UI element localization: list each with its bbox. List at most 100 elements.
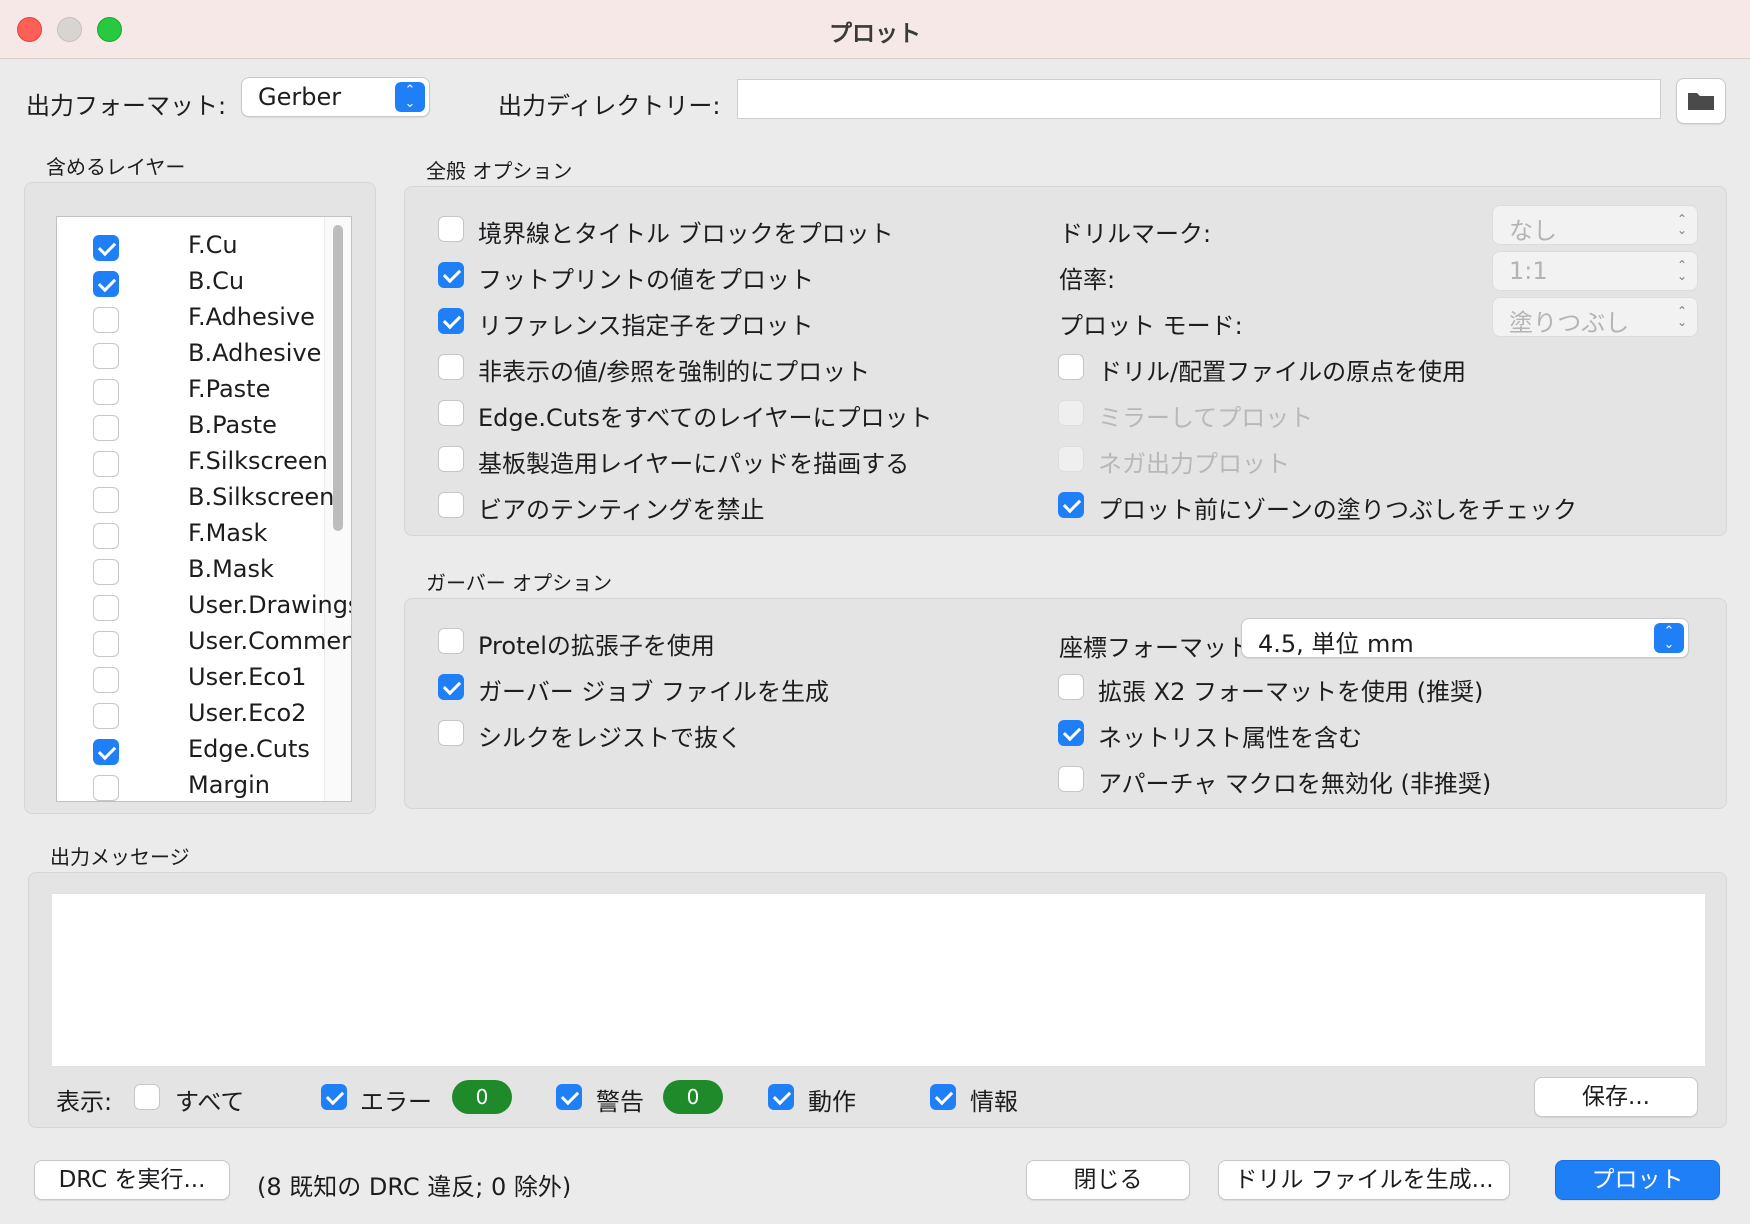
drill-marks-label: ドリルマーク:	[1059, 220, 1212, 248]
filter-all-label: すべて	[175, 1088, 245, 1116]
layer-checkbox[interactable]	[93, 775, 119, 801]
filter-actions-checkbox[interactable]	[768, 1084, 794, 1110]
general-option-label: ネガ出力プロット	[1098, 450, 1290, 478]
layer-name: User.Eco1	[188, 663, 307, 691]
general-option-label: リファレンス指定子をプロット	[478, 312, 814, 340]
gerber-option-label: 拡張 X2 フォーマットを使用 (推奨)	[1098, 678, 1484, 706]
layer-name: F.Mask	[188, 519, 268, 547]
layer-name: B.Cu	[188, 267, 245, 295]
layer-checkbox[interactable]	[93, 559, 119, 585]
save-messages-button[interactable]: 保存...	[1534, 1077, 1698, 1117]
layer-list[interactable]: F.Cu B.Cu F.Adhesive B.Adhesive F.Paste B.Pas…	[56, 216, 352, 802]
output-format-value: Gerber	[258, 83, 342, 111]
layer-checkbox[interactable]	[93, 595, 119, 621]
layer-checkbox[interactable]	[93, 703, 119, 729]
general-option-checkbox[interactable]	[438, 262, 464, 288]
layer-checkbox[interactable]	[93, 523, 119, 549]
general-option-label: プロット前にゾーンの塗りつぶしをチェック	[1098, 496, 1578, 524]
general-option-label: Edge.Cutsをすべてのレイヤーにプロット	[478, 404, 933, 432]
layer-name: B.Adhesive	[188, 339, 322, 367]
window-title: プロット	[829, 21, 921, 47]
gerber-option-label: シルクをレジストで抜く	[478, 724, 742, 752]
browse-directory-button[interactable]	[1676, 78, 1726, 124]
general-option-label: フットプリントの値をプロット	[478, 266, 814, 294]
generate-drill-files-button[interactable]: ドリル ファイルを生成...	[1218, 1160, 1510, 1200]
layer-name: Edge.Cuts	[188, 735, 310, 763]
warning-count-badge: 0	[663, 1080, 723, 1114]
general-option-checkbox[interactable]	[438, 492, 464, 518]
layer-checkbox[interactable]	[93, 631, 119, 657]
chevron-updown-icon: ⌃ ⌄	[1654, 623, 1684, 653]
filter-warnings-checkbox[interactable]	[556, 1084, 582, 1110]
plot-mode-select[interactable]: 塗りつぶし ⌃ ⌄	[1492, 297, 1698, 337]
layer-checkbox[interactable]	[93, 739, 119, 765]
filter-errors-label: エラー	[360, 1088, 432, 1116]
gerber-option-checkbox[interactable]	[1058, 720, 1084, 746]
layer-checkbox[interactable]	[93, 271, 119, 297]
error-count-badge: 0	[452, 1080, 512, 1114]
messages-output-area[interactable]	[51, 893, 1706, 1067]
gerber-options-title: ガーバー オプション	[426, 571, 613, 595]
layer-name: B.Mask	[188, 555, 274, 583]
layer-list-scroll-thumb[interactable]	[333, 225, 343, 531]
layer-checkbox[interactable]	[93, 487, 119, 513]
scale-label: 倍率:	[1059, 266, 1116, 294]
layer-name: F.Adhesive	[188, 303, 315, 331]
title-bar: プロット	[0, 0, 1750, 59]
drill-marks-select[interactable]: なし ⌃ ⌄	[1492, 205, 1698, 245]
layer-checkbox[interactable]	[93, 415, 119, 441]
general-option-checkbox[interactable]	[1058, 354, 1084, 380]
gerber-option-checkbox[interactable]	[438, 720, 464, 746]
gerber-option-label: Protelの拡張子を使用	[478, 632, 715, 660]
layer-checkbox[interactable]	[93, 235, 119, 261]
general-option-checkbox[interactable]	[438, 446, 464, 472]
general-option-label: 境界線とタイトル ブロックをプロット	[478, 220, 894, 248]
gerber-option-checkbox[interactable]	[438, 674, 464, 700]
gerber-option-checkbox[interactable]	[438, 628, 464, 654]
run-drc-button[interactable]: DRC を実行...	[34, 1160, 230, 1200]
output-format-select[interactable]: Gerber ⌃ ⌄	[241, 77, 430, 117]
layer-checkbox[interactable]	[93, 379, 119, 405]
coordinate-format-select[interactable]: 4.5, 単位 mm ⌃ ⌄	[1241, 618, 1689, 658]
general-option-checkbox[interactable]	[1058, 492, 1084, 518]
layer-checkbox[interactable]	[93, 343, 119, 369]
output-directory-label: 出力ディレクトリー:	[498, 92, 721, 120]
filter-info-label: 情報	[970, 1088, 1018, 1116]
scale-select[interactable]: 1:1 ⌃ ⌄	[1492, 251, 1698, 291]
filter-warnings-label: 警告	[596, 1088, 644, 1116]
layer-name: B.Paste	[188, 411, 277, 439]
layers-section-title: 含めるレイヤー	[46, 155, 186, 179]
layer-name: F.Paste	[188, 375, 271, 403]
general-options-title: 全般 オプション	[426, 159, 573, 183]
layer-checkbox[interactable]	[93, 667, 119, 693]
general-option-checkbox[interactable]	[438, 354, 464, 380]
filter-all-checkbox[interactable]	[134, 1084, 160, 1110]
general-option-label: 非表示の値/参照を強制的にプロット	[478, 358, 871, 386]
layer-checkbox[interactable]	[93, 307, 119, 333]
chevron-updown-icon: ⌃ ⌄	[1676, 304, 1687, 329]
folder-icon	[1688, 93, 1714, 110]
general-option-checkbox[interactable]	[438, 216, 464, 242]
general-option-checkbox[interactable]	[1058, 400, 1084, 426]
output-directory-input[interactable]	[737, 79, 1661, 119]
output-format-label: 出力フォーマット:	[26, 92, 227, 120]
scale-value: 1:1	[1509, 257, 1548, 285]
layer-name: User.Comments	[188, 627, 351, 655]
plot-button[interactable]: プロット	[1555, 1160, 1720, 1200]
general-option-checkbox[interactable]	[438, 308, 464, 334]
layer-name: B.Silkscreen	[188, 483, 335, 511]
coordinate-format-value: 4.5, 単位 mm	[1258, 630, 1414, 658]
general-option-checkbox[interactable]	[438, 400, 464, 426]
close-button[interactable]: 閉じる	[1026, 1160, 1190, 1200]
coordinate-format-label: 座標フォーマット:	[1059, 634, 1260, 662]
gerber-option-checkbox[interactable]	[1058, 674, 1084, 700]
gerber-option-label: ガーバー ジョブ ファイルを生成	[478, 678, 830, 706]
general-option-checkbox[interactable]	[1058, 446, 1084, 472]
layer-checkbox[interactable]	[93, 451, 119, 477]
filter-errors-checkbox[interactable]	[321, 1084, 347, 1110]
layer-name: F.Silkscreen	[188, 447, 328, 475]
general-option-label: 基板製造用レイヤーにパッドを描画する	[478, 450, 910, 478]
filter-info-checkbox[interactable]	[930, 1084, 956, 1110]
gerber-option-checkbox[interactable]	[1058, 766, 1084, 792]
plot-mode-label: プロット モード:	[1059, 312, 1243, 340]
